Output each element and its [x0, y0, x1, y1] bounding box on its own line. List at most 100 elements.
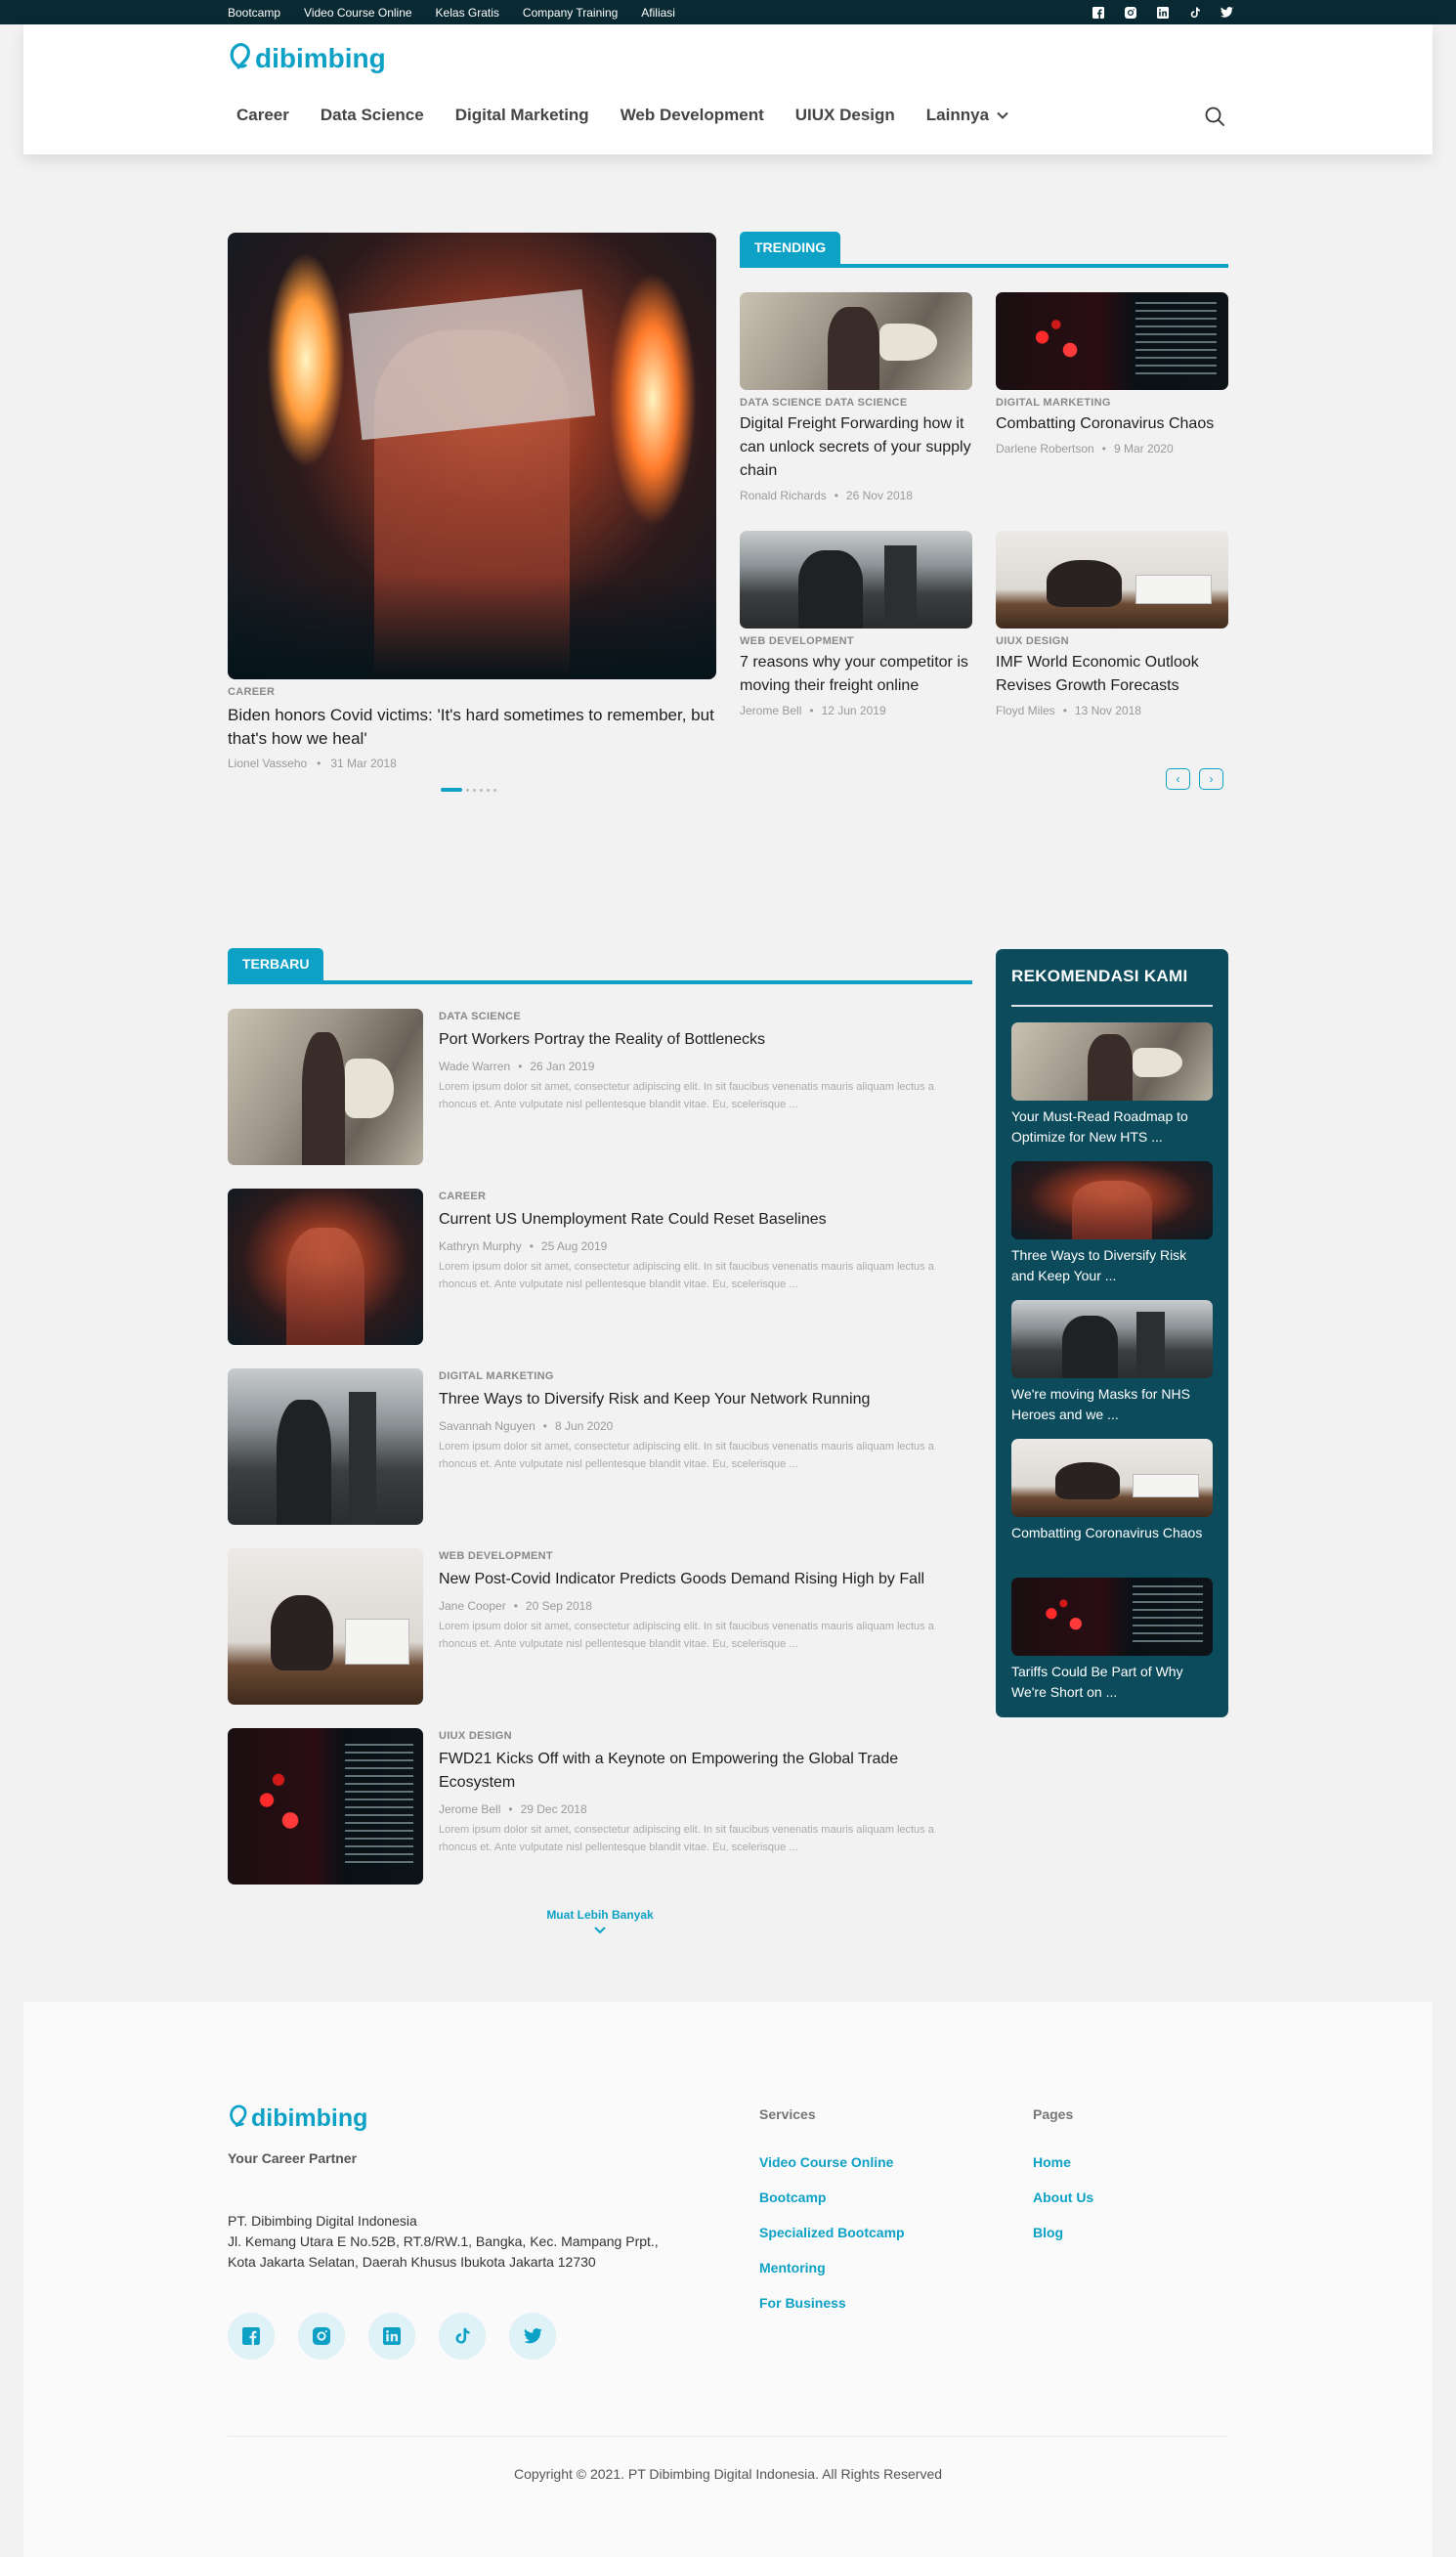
- nav-item-uiux-design[interactable]: UIUX Design: [795, 106, 895, 125]
- list-item-title[interactable]: New Post-Covid Indicator Predicts Goods …: [439, 1568, 972, 1591]
- recommendation-image[interactable]: [1011, 1300, 1213, 1378]
- load-more-button[interactable]: Muat Lebih Banyak: [546, 1908, 654, 1935]
- footer-link-home[interactable]: Home: [1033, 2154, 1093, 2170]
- list-item-category[interactable]: DATA SCIENCE: [439, 1011, 521, 1022]
- trending-card-category[interactable]: UIUX DESIGN: [996, 635, 1228, 647]
- list-item-category[interactable]: CAREER: [439, 1191, 486, 1202]
- list-item-category[interactable]: WEB DEVELOPMENT: [439, 1550, 553, 1562]
- nav-item-lainnya[interactable]: Lainnya: [926, 106, 1008, 125]
- list-item-author: Jerome Bell: [439, 1802, 501, 1816]
- trending-card-image[interactable]: [740, 292, 972, 390]
- trending-card-image[interactable]: [996, 531, 1228, 628]
- recommendation-title[interactable]: Your Must-Read Roadmap to Optimize for N…: [1011, 1106, 1213, 1148]
- trending-card-title[interactable]: Digital Freight Forwarding how it can un…: [740, 412, 972, 483]
- list-item[interactable]: DIGITAL MARKETING Three Ways to Diversif…: [228, 1368, 972, 1525]
- footer-link-video-course[interactable]: Video Course Online: [759, 2154, 905, 2170]
- search-icon[interactable]: [1204, 106, 1225, 127]
- carousel-dot[interactable]: [480, 788, 483, 792]
- list-item-image[interactable]: [228, 1009, 423, 1165]
- top-link-company-training[interactable]: Company Training: [523, 6, 618, 20]
- recommendation-image[interactable]: [1011, 1439, 1213, 1517]
- footer-link-specialized-bootcamp[interactable]: Specialized Bootcamp: [759, 2225, 905, 2240]
- list-item-image[interactable]: [228, 1189, 423, 1345]
- instagram-icon[interactable]: [1124, 6, 1136, 19]
- footer-link-blog[interactable]: Blog: [1033, 2225, 1093, 2240]
- trending-card-title[interactable]: IMF World Economic Outlook Revises Growt…: [996, 651, 1228, 698]
- top-link-kelas-gratis[interactable]: Kelas Gratis: [436, 6, 499, 20]
- list-item[interactable]: CAREER Current US Unemployment Rate Coul…: [228, 1189, 972, 1345]
- trending-card[interactable]: DATA SCIENCE DATA SCIENCE Digital Freigh…: [740, 292, 972, 502]
- hero-image[interactable]: [228, 233, 716, 679]
- carousel-dot[interactable]: [473, 788, 476, 792]
- top-link-video-course[interactable]: Video Course Online: [304, 6, 412, 20]
- footer-link-mentoring[interactable]: Mentoring: [759, 2260, 905, 2275]
- list-item-category[interactable]: UIUX DESIGN: [439, 1730, 512, 1742]
- footer-logo[interactable]: dibimbing: [228, 2103, 367, 2133]
- recommendation-image[interactable]: [1011, 1578, 1213, 1656]
- twitter-icon[interactable]: [1220, 6, 1233, 19]
- list-item[interactable]: UIUX DESIGN FWD21 Kicks Off with a Keyno…: [228, 1728, 972, 1885]
- recommendation-item[interactable]: Three Ways to Diversify Risk and Keep Yo…: [1011, 1161, 1213, 1286]
- recommendation-title[interactable]: We're moving Masks for NHS Heroes and we…: [1011, 1384, 1213, 1425]
- footer-address-line: PT. Dibimbing Digital Indonesia: [228, 2213, 417, 2229]
- linkedin-icon[interactable]: [1156, 6, 1169, 19]
- facebook-icon[interactable]: [1092, 6, 1104, 19]
- trending-card-title[interactable]: Combatting Coronavirus Chaos: [996, 412, 1228, 436]
- list-item-title[interactable]: Current US Unemployment Rate Could Reset…: [439, 1208, 972, 1232]
- recommendation-title[interactable]: Combatting Coronavirus Chaos: [1011, 1523, 1213, 1543]
- site-logo[interactable]: dibimbing: [228, 42, 386, 75]
- trending-card[interactable]: UIUX DESIGN IMF World Economic Outlook R…: [996, 531, 1228, 717]
- trending-card-category[interactable]: DIGITAL MARKETING: [996, 397, 1228, 409]
- tiktok-icon[interactable]: [439, 2313, 486, 2360]
- footer-link-about-us[interactable]: About Us: [1033, 2189, 1093, 2205]
- hero-title[interactable]: Biden honors Covid victims: 'It's hard s…: [228, 704, 716, 751]
- list-item-image[interactable]: [228, 1368, 423, 1525]
- trending-card-image[interactable]: [740, 531, 972, 628]
- list-item-title[interactable]: Three Ways to Diversify Risk and Keep Yo…: [439, 1388, 972, 1411]
- trending-card-category[interactable]: WEB DEVELOPMENT: [740, 635, 972, 647]
- recommendation-image[interactable]: [1011, 1022, 1213, 1101]
- list-item-title[interactable]: Port Workers Portray the Reality of Bott…: [439, 1028, 972, 1052]
- recommendation-title[interactable]: Three Ways to Diversify Risk and Keep Yo…: [1011, 1245, 1213, 1286]
- trending-card-image[interactable]: [996, 292, 1228, 390]
- trending-card[interactable]: DIGITAL MARKETING Combatting Coronavirus…: [996, 292, 1228, 455]
- recommendation-item[interactable]: Combatting Coronavirus Chaos: [1011, 1439, 1213, 1543]
- list-item-title[interactable]: FWD21 Kicks Off with a Keynote on Empowe…: [439, 1748, 972, 1795]
- nav-item-data-science[interactable]: Data Science: [321, 106, 424, 125]
- nav-item-web-development[interactable]: Web Development: [621, 106, 764, 125]
- recommendation-item[interactable]: We're moving Masks for NHS Heroes and we…: [1011, 1300, 1213, 1425]
- carousel-dot[interactable]: [493, 788, 496, 792]
- nav-item-career[interactable]: Career: [236, 106, 289, 125]
- list-item-category[interactable]: DIGITAL MARKETING: [439, 1370, 554, 1382]
- recommendation-image[interactable]: [1011, 1161, 1213, 1239]
- list-item-meta: Wade Warren • 26 Jan 2019: [439, 1060, 595, 1073]
- trending-card[interactable]: WEB DEVELOPMENT 7 reasons why your compe…: [740, 531, 972, 717]
- list-item[interactable]: DATA SCIENCE Port Workers Portray the Re…: [228, 1009, 972, 1165]
- nav-item-digital-marketing[interactable]: Digital Marketing: [455, 106, 589, 125]
- top-bar-social: [1092, 0, 1233, 24]
- prev-arrow-button[interactable]: ‹: [1166, 768, 1190, 790]
- instagram-icon[interactable]: [298, 2313, 345, 2360]
- trending-card-category[interactable]: DATA SCIENCE DATA SCIENCE: [740, 397, 972, 409]
- top-link-bootcamp[interactable]: Bootcamp: [228, 6, 280, 20]
- trending-card-title[interactable]: 7 reasons why your competitor is moving …: [740, 651, 972, 698]
- recommendation-item[interactable]: Tariffs Could Be Part of Why We're Short…: [1011, 1578, 1213, 1703]
- recommendation-title[interactable]: Tariffs Could Be Part of Why We're Short…: [1011, 1662, 1213, 1703]
- list-item[interactable]: WEB DEVELOPMENT New Post-Covid Indicator…: [228, 1548, 972, 1705]
- list-item-image[interactable]: [228, 1548, 423, 1705]
- list-item-image[interactable]: [228, 1728, 423, 1885]
- footer-link-bootcamp[interactable]: Bootcamp: [759, 2189, 905, 2205]
- list-item-excerpt: Lorem ipsum dolor sit amet, consectetur …: [439, 1824, 934, 1853]
- next-arrow-button[interactable]: ›: [1199, 768, 1223, 790]
- hero-category[interactable]: CAREER: [228, 686, 275, 698]
- tiktok-icon[interactable]: [1188, 6, 1201, 19]
- twitter-icon[interactable]: [509, 2313, 556, 2360]
- facebook-icon[interactable]: [228, 2313, 275, 2360]
- carousel-dot-active[interactable]: [441, 788, 462, 792]
- recommendation-item[interactable]: Your Must-Read Roadmap to Optimize for N…: [1011, 1022, 1213, 1148]
- carousel-dot[interactable]: [466, 788, 469, 792]
- carousel-dot[interactable]: [487, 788, 490, 792]
- linkedin-icon[interactable]: [368, 2313, 415, 2360]
- footer-link-for-business[interactable]: For Business: [759, 2295, 905, 2311]
- top-link-afiliasi[interactable]: Afiliasi: [641, 6, 675, 20]
